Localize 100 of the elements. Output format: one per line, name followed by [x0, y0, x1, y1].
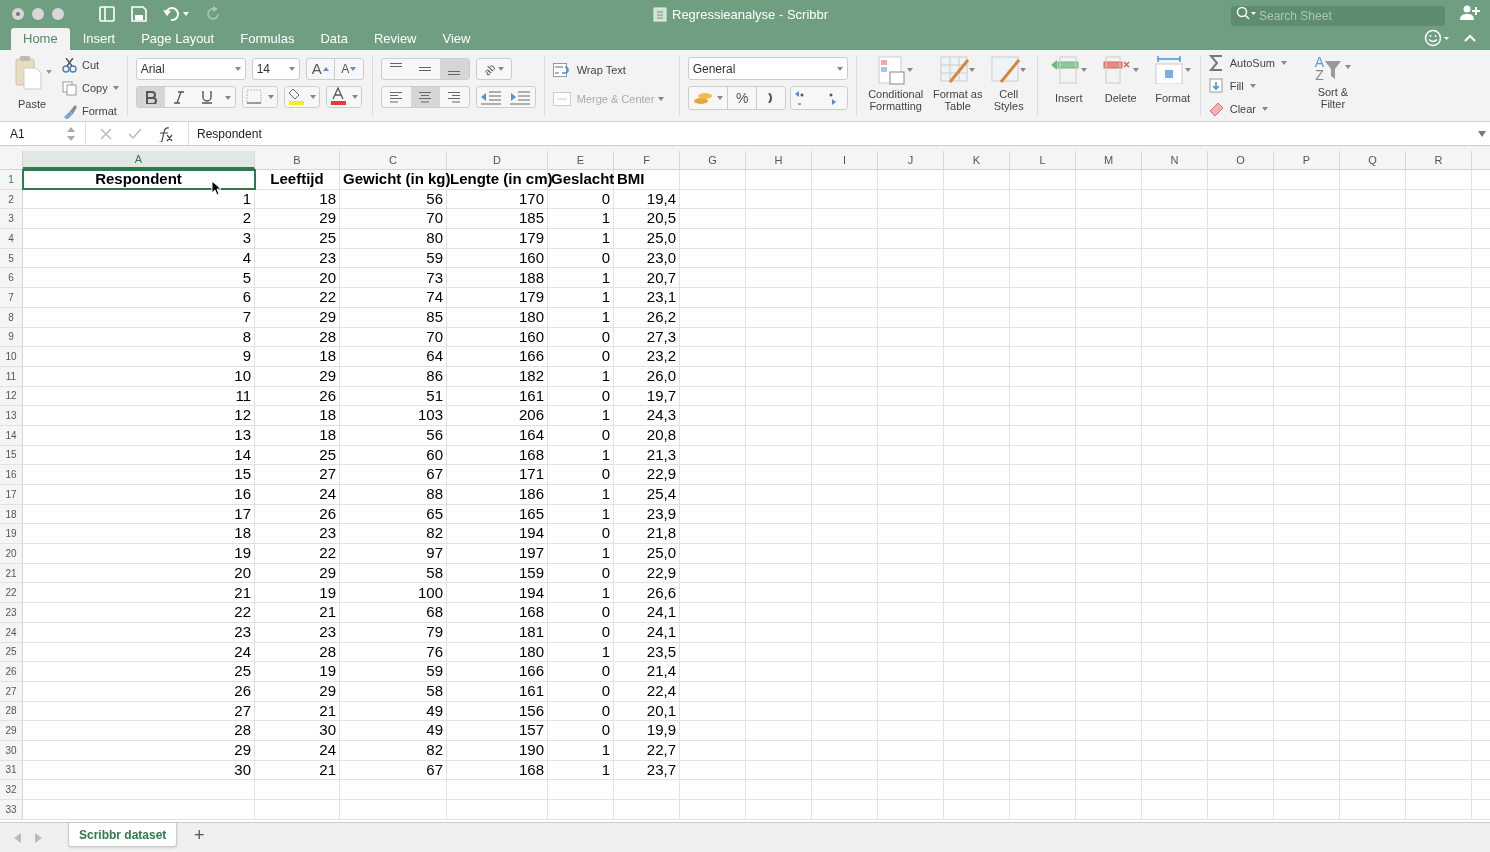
vertical-align-button[interactable] — [439, 59, 469, 79]
table-cell[interactable]: 56 — [340, 425, 447, 445]
table-cell[interactable]: 59 — [340, 662, 447, 681]
row-header[interactable]: 6 — [0, 268, 23, 288]
table-cell[interactable]: 15 — [23, 465, 255, 484]
table-cell[interactable]: 3 — [23, 229, 255, 248]
column-header[interactable]: D — [447, 151, 548, 169]
styles-button[interactable]: Cell Styles — [988, 56, 1029, 112]
table-cell[interactable]: 22 — [23, 603, 255, 622]
table-cell[interactable]: 88 — [340, 485, 447, 504]
row-header[interactable]: 4 — [0, 229, 23, 248]
table-cell[interactable]: 168 — [447, 760, 548, 780]
table-cell[interactable]: 86 — [340, 366, 447, 386]
table-cell[interactable]: 156 — [447, 701, 548, 721]
table-cell[interactable]: 21 — [255, 760, 340, 780]
table-cell[interactable]: 5 — [23, 268, 255, 288]
table-cell[interactable]: Leeftijd — [255, 170, 340, 189]
table-cell[interactable]: 80 — [340, 229, 447, 248]
table-cell[interactable]: 21,4 — [614, 662, 680, 681]
copy-button[interactable]: Copy — [62, 79, 119, 97]
increase-font-size-button[interactable]: A — [306, 59, 335, 79]
table-cell[interactable]: 0 — [548, 189, 614, 209]
search-field[interactable]: Search Sheet — [1231, 6, 1445, 26]
table-cell[interactable]: 26,6 — [614, 583, 680, 603]
borders-icon[interactable] — [241, 86, 278, 108]
window-control-icon[interactable] — [52, 8, 64, 20]
table-cell[interactable]: 16 — [23, 485, 255, 504]
table-cell[interactable]: 23,2 — [614, 347, 680, 366]
table-cell[interactable]: 67 — [340, 760, 447, 780]
table-cell[interactable]: 206 — [447, 406, 548, 425]
table-cell[interactable]: 1 — [548, 504, 614, 524]
table-cell[interactable]: 1 — [548, 307, 614, 327]
table-cell[interactable]: Respondent — [23, 170, 255, 189]
table-cell[interactable]: 85 — [340, 307, 447, 327]
table-cell[interactable]: 23 — [255, 248, 340, 268]
table-cell[interactable]: 0 — [548, 248, 614, 268]
font-size-field[interactable]: 14 — [251, 58, 300, 80]
table-cell[interactable]: 0 — [548, 524, 614, 544]
table-cell[interactable]: 24,3 — [614, 406, 680, 425]
table-cell[interactable]: 73 — [340, 268, 447, 288]
table-cell[interactable]: 2 — [23, 209, 255, 229]
function-icon[interactable] — [158, 125, 174, 142]
cells-button[interactable]: Insert — [1049, 56, 1088, 107]
table-cell[interactable]: 59 — [340, 248, 447, 268]
table-cell[interactable]: 0 — [548, 465, 614, 484]
table-cell[interactable]: 29 — [23, 740, 255, 760]
column-header[interactable]: J — [878, 151, 944, 169]
table-cell[interactable]: 0 — [548, 603, 614, 622]
row-header[interactable]: 10 — [0, 347, 23, 366]
table-cell[interactable]: 51 — [340, 386, 447, 406]
table-cell[interactable]: 21 — [255, 603, 340, 622]
table-cell[interactable]: 19,9 — [614, 721, 680, 740]
redo-icon[interactable] — [205, 6, 221, 22]
table-cell[interactable]: 25 — [255, 229, 340, 248]
table-cell[interactable]: 12 — [23, 406, 255, 425]
row-header[interactable]: 7 — [0, 288, 23, 307]
table-cell[interactable]: 29 — [255, 209, 340, 229]
table-cell[interactable]: 17 — [23, 504, 255, 524]
table-cell[interactable]: 29 — [255, 681, 340, 701]
table-cell[interactable]: 1 — [548, 583, 614, 603]
table-cell[interactable]: 82 — [340, 524, 447, 544]
row-header[interactable]: 23 — [0, 603, 23, 622]
table-cell[interactable]: 23,7 — [614, 760, 680, 780]
add-person-icon[interactable] — [1460, 5, 1480, 21]
table-cell[interactable]: 1 — [548, 288, 614, 307]
column-header[interactable]: E — [548, 151, 614, 169]
column-header[interactable]: C — [340, 151, 447, 169]
table-cell[interactable]: 161 — [447, 681, 548, 701]
table-cell[interactable]: 0 — [548, 681, 614, 701]
table-cell[interactable]: 25 — [255, 445, 340, 465]
table-cell[interactable]: 20 — [23, 563, 255, 583]
table-cell[interactable]: 18 — [255, 406, 340, 425]
styles-button[interactable]: Conditional Formatting — [864, 56, 927, 112]
window-control-icon[interactable] — [12, 8, 24, 20]
table-cell[interactable]: 27 — [23, 701, 255, 721]
row-header[interactable]: 1 — [0, 170, 23, 189]
row-header[interactable]: 20 — [0, 544, 23, 563]
table-cell[interactable]: 25,0 — [614, 229, 680, 248]
table-cell[interactable]: 30 — [23, 760, 255, 780]
table-cell[interactable]: 185 — [447, 209, 548, 229]
table-cell[interactable]: 24,1 — [614, 603, 680, 622]
table-cell[interactable]: 22 — [255, 544, 340, 563]
table-cell[interactable]: 60 — [340, 445, 447, 465]
table-cell[interactable]: 26,2 — [614, 307, 680, 327]
table-cell[interactable]: 18 — [255, 189, 340, 209]
sort-filter-button[interactable]: A Z Sort & Filter — [1310, 50, 1355, 110]
autosum-button[interactable]: AutoSum — [1208, 54, 1287, 72]
table-cell[interactable]: 1 — [548, 268, 614, 288]
table-cell[interactable]: 186 — [447, 485, 548, 504]
table-cell[interactable]: 68 — [340, 603, 447, 622]
table-cell[interactable]: 197 — [447, 544, 548, 563]
number-format-field[interactable]: General — [687, 57, 848, 80]
decrease-font-size-button[interactable]: A — [334, 59, 363, 79]
table-cell[interactable]: 103 — [340, 406, 447, 425]
table-cell[interactable]: 97 — [340, 544, 447, 563]
table-cell[interactable]: 1 — [548, 366, 614, 386]
table-cell[interactable]: 166 — [447, 347, 548, 366]
table-cell[interactable]: 29 — [255, 563, 340, 583]
clear-button[interactable]: Clear — [1208, 100, 1287, 118]
table-cell[interactable]: 26 — [23, 681, 255, 701]
